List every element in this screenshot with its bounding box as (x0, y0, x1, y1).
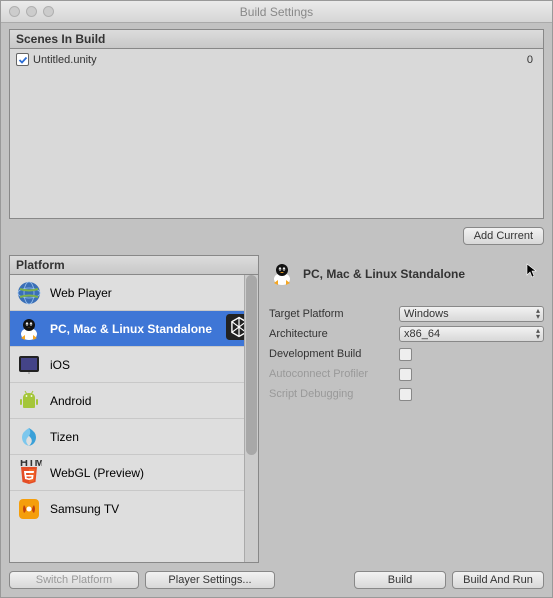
bottom-bar: Switch Platform Player Settings... Build… (1, 567, 552, 597)
platform-label: PC, Mac & Linux Standalone (50, 322, 226, 336)
platform-label: iOS (50, 358, 252, 372)
architecture-select[interactable]: x86_64 ▴▾ (399, 326, 544, 342)
samsung-icon (16, 496, 42, 522)
android-icon (16, 388, 42, 414)
scrollbar-thumb[interactable] (246, 275, 257, 455)
scene-name: Untitled.unity (33, 54, 527, 66)
build-button[interactable]: Build (354, 571, 446, 589)
platform-label: WebGL (Preview) (50, 466, 252, 480)
platform-item-android[interactable]: Android (10, 383, 258, 419)
cursor-icon (526, 263, 538, 282)
tux-icon (16, 316, 42, 342)
platform-header: Platform (9, 255, 259, 275)
autoconnect-label: Autoconnect Profiler (269, 368, 399, 380)
minimize-icon[interactable] (26, 6, 37, 17)
target-platform-select[interactable]: Windows ▴▾ (399, 306, 544, 322)
close-icon[interactable] (9, 6, 20, 17)
dev-build-label: Development Build (269, 348, 399, 360)
target-platform-label: Target Platform (269, 308, 399, 320)
script-debug-checkbox (399, 388, 412, 401)
platform-item-standalone[interactable]: PC, Mac & Linux Standalone (10, 311, 258, 347)
player-settings-button[interactable]: Player Settings... (145, 571, 275, 589)
tux-icon (269, 261, 295, 287)
architecture-label: Architecture (269, 328, 399, 340)
platform-item-webgl[interactable]: HTML WebGL (Preview) (10, 455, 258, 491)
platform-item-samsung-tv[interactable]: Samsung TV (10, 491, 258, 527)
switch-platform-button[interactable]: Switch Platform (9, 571, 139, 589)
chevron-updown-icon: ▴▾ (536, 308, 540, 320)
titlebar: Build Settings (1, 1, 552, 23)
scene-index: 0 (527, 54, 533, 66)
build-and-run-button[interactable]: Build And Run (452, 571, 544, 589)
zoom-icon[interactable] (43, 6, 54, 17)
scenes-section: Scenes In Build Untitled.unity 0 (9, 29, 544, 219)
detail-title: PC, Mac & Linux Standalone (303, 267, 465, 281)
select-value: x86_64 (404, 328, 440, 340)
select-value: Windows (404, 308, 449, 320)
platform-section: Platform Web Player PC, Mac & Linux Stan… (9, 255, 259, 563)
ipad-icon (16, 352, 42, 378)
platform-label: Samsung TV (50, 502, 252, 516)
scenes-list[interactable]: Untitled.unity 0 (9, 49, 544, 219)
tizen-icon (16, 424, 42, 450)
platform-list[interactable]: Web Player PC, Mac & Linux Standalone iO… (9, 275, 259, 563)
detail-panel: PC, Mac & Linux Standalone Target Platfo… (269, 255, 544, 563)
scrollbar[interactable] (244, 275, 258, 562)
window-controls (9, 6, 54, 17)
platform-item-tizen[interactable]: Tizen (10, 419, 258, 455)
scenes-header: Scenes In Build (9, 29, 544, 49)
dev-build-checkbox[interactable] (399, 348, 412, 361)
scene-checkbox[interactable] (16, 53, 29, 66)
autoconnect-checkbox (399, 368, 412, 381)
chevron-updown-icon: ▴▾ (536, 328, 540, 340)
add-current-button[interactable]: Add Current (463, 227, 544, 245)
platform-label: Web Player (50, 286, 252, 300)
html5-icon: HTML (16, 460, 42, 486)
platform-item-web-player[interactable]: Web Player (10, 275, 258, 311)
platform-label: Tizen (50, 430, 252, 444)
platform-label: Android (50, 394, 252, 408)
window-title: Build Settings (1, 5, 552, 19)
scene-row[interactable]: Untitled.unity 0 (16, 53, 537, 66)
platform-item-ios[interactable]: iOS (10, 347, 258, 383)
script-debug-label: Script Debugging (269, 388, 399, 400)
globe-icon (16, 280, 42, 306)
